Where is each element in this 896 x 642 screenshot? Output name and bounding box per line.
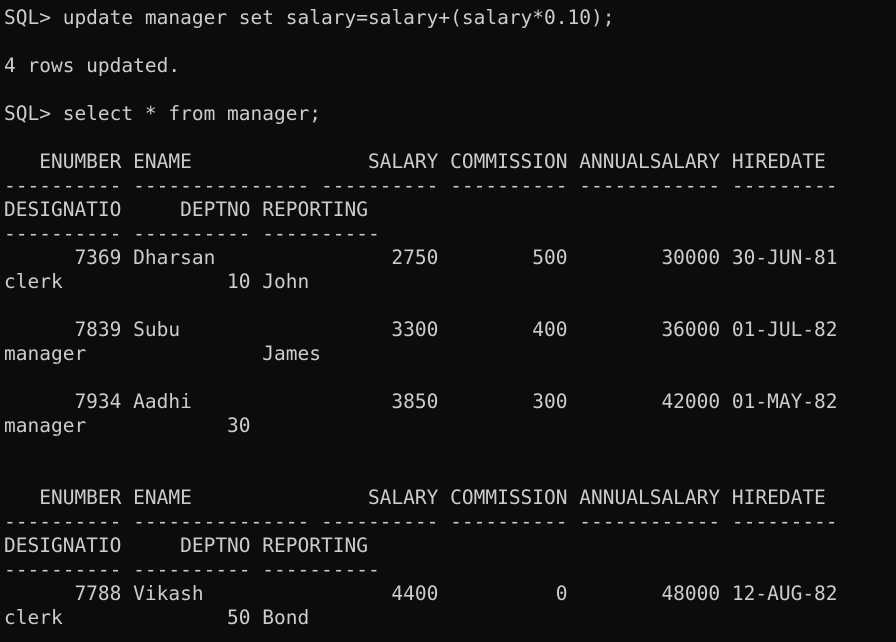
result-row: 7788 Vikash 4400 0 48000 12-AUG-82: [4, 582, 838, 605]
result-row-continuation: manager 30: [4, 414, 251, 437]
terminal-window[interactable]: SQL> update manager set salary=salary+(s…: [0, 0, 896, 642]
result-row-continuation: clerk 50 Bond: [4, 606, 310, 629]
header-separator-1: ---------- --------------- ---------- --…: [4, 174, 838, 197]
column-header-row-2: DESIGNATIO DEPTNO REPORTING: [4, 198, 368, 221]
update-command-line: SQL> update manager set salary=salary+(s…: [4, 6, 615, 29]
header-separator-1: ---------- --------------- ---------- --…: [4, 510, 838, 533]
header-separator-2: ---------- ---------- ----------: [4, 222, 380, 245]
result-row: 7369 Dharsan 2750 500 30000 30-JUN-81: [4, 246, 838, 269]
column-header-row-1: ENUMBER ENAME SALARY COMMISSION ANNUALSA…: [4, 150, 826, 173]
result-row-continuation: clerk 10 John: [4, 270, 310, 293]
column-header-row-1: ENUMBER ENAME SALARY COMMISSION ANNUALSA…: [4, 486, 826, 509]
rows-updated-message: 4 rows updated.: [4, 54, 181, 77]
column-header-row-2: DESIGNATIO DEPTNO REPORTING: [4, 534, 368, 557]
header-separator-2: ---------- ---------- ----------: [4, 558, 380, 581]
select-command-line: SQL> select * from manager;: [4, 102, 321, 125]
result-row: 7839 Subu 3300 400 36000 01-JUL-82: [4, 318, 838, 341]
result-row-continuation: manager James: [4, 342, 321, 365]
result-row: 7934 Aadhi 3850 300 42000 01-MAY-82: [4, 390, 838, 413]
